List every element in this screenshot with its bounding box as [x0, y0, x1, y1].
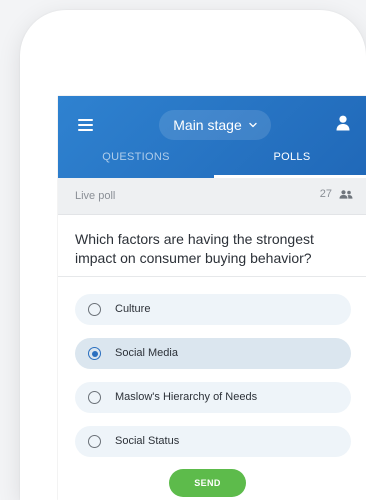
tab-questions[interactable]: QUESTIONS	[58, 148, 214, 178]
stage-selector[interactable]: Main stage	[159, 110, 271, 140]
radio-button[interactable]	[88, 391, 101, 404]
phone-frame: Main stage QUESTIONS POLLS Live poll 27	[20, 10, 366, 500]
radio-button[interactable]	[88, 435, 101, 448]
participant-count: 27	[320, 188, 353, 200]
live-poll-label: Live poll	[75, 190, 116, 202]
poll-option-culture[interactable]: Culture	[75, 294, 351, 325]
app-header: Main stage QUESTIONS POLLS	[58, 96, 366, 178]
poll-option-social-status[interactable]: Social Status	[75, 426, 351, 457]
live-poll-bar: Live poll 27	[58, 178, 366, 215]
tab-questions-label: QUESTIONS	[102, 151, 170, 163]
people-icon	[339, 189, 353, 199]
chevron-down-icon	[249, 122, 257, 128]
send-button[interactable]: SEND	[169, 469, 246, 497]
stage-selector-label: Main stage	[173, 117, 242, 133]
poll-option-label: Social Media	[115, 347, 178, 359]
tab-polls[interactable]: POLLS	[214, 148, 366, 178]
app-screen: Main stage QUESTIONS POLLS Live poll 27	[58, 96, 366, 500]
menu-icon[interactable]	[78, 119, 93, 131]
radio-button[interactable]	[88, 303, 101, 316]
poll-option-maslow[interactable]: Maslow's Hierarchy of Needs	[75, 382, 351, 413]
user-icon[interactable]	[336, 115, 350, 131]
poll-option-label: Culture	[115, 303, 151, 315]
poll-option-label: Maslow's Hierarchy of Needs	[115, 391, 258, 403]
radio-button-selected[interactable]	[88, 347, 101, 360]
poll-question: Which factors are having the strongest i…	[75, 231, 314, 266]
question-divider	[58, 276, 366, 277]
poll-option-social-media[interactable]: Social Media	[75, 338, 351, 369]
poll-option-label: Social Status	[115, 435, 180, 447]
participant-count-value: 27	[319, 188, 332, 200]
tab-polls-label: POLLS	[273, 151, 311, 163]
